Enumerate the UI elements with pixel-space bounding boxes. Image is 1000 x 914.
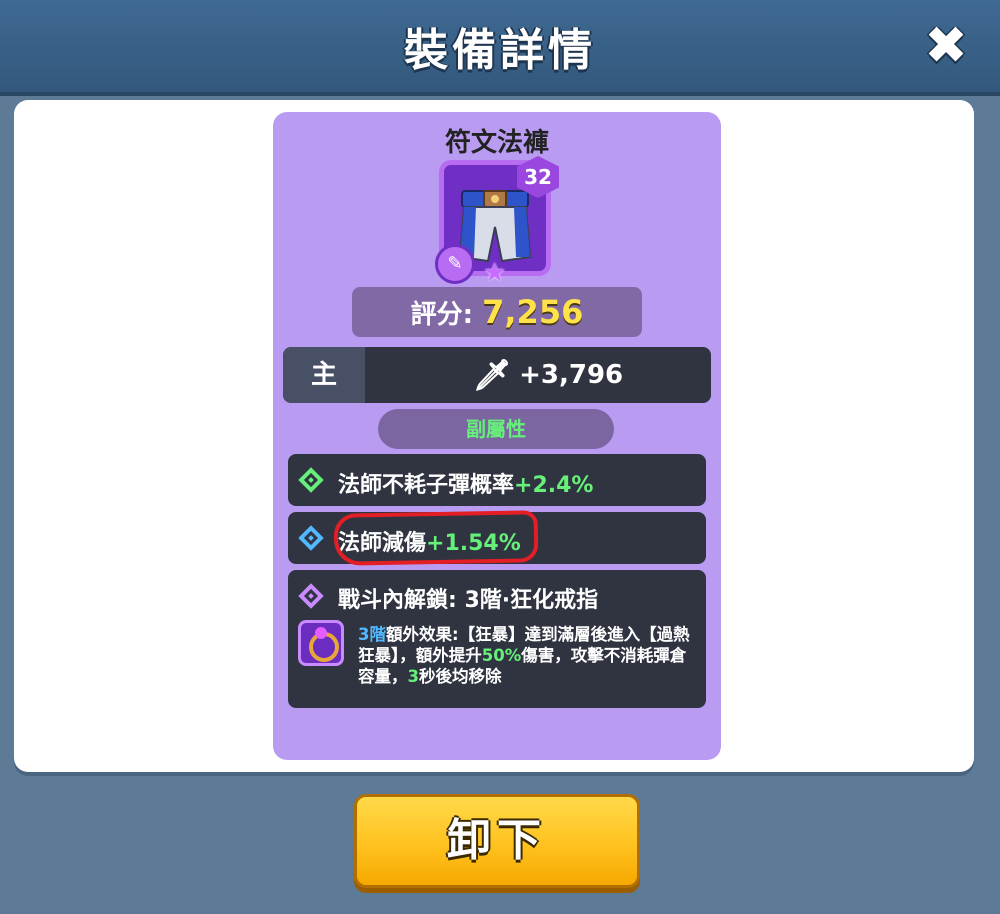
title-bar: 裝備詳情 ✖ xyxy=(0,0,1000,96)
feather-slot-icon: ✎ xyxy=(435,244,475,284)
ring-icon[interactable] xyxy=(298,620,344,666)
sub-attribute-row: 法師不耗子彈概率+2.4% xyxy=(288,454,706,506)
score-label: 評分: xyxy=(410,300,474,330)
sub-attribute-label: 法師不耗子彈概率 xyxy=(338,473,515,498)
sword-icon: 🗡 xyxy=(473,357,512,393)
close-icon[interactable]: ✖ xyxy=(922,20,970,72)
unequip-button[interactable]: 卸下 xyxy=(354,794,640,888)
unlock-row: 戰斗內解鎖: 3階·狂化戒指 3階額外效果:【狂暴】達到滿層後進入【過熱狂暴】，… xyxy=(288,570,706,708)
item-name: 符文法褲 xyxy=(444,128,549,158)
score-value: 7,256 xyxy=(482,293,584,331)
main-stat-value: 🗡 +3,796 xyxy=(473,347,623,403)
score-bar: 評分: 7,256 xyxy=(352,287,642,337)
diamond-green-icon xyxy=(298,467,324,493)
page-title: 裝備詳情 xyxy=(404,25,596,76)
diamond-blue-icon xyxy=(298,525,324,551)
red-circle-annotation xyxy=(333,510,539,566)
equipment-card: 符文法褲 32 ✎ ★ 評分: 7,256 主 🗡 +3,796 副屬性 法師不耗… xyxy=(273,112,721,760)
main-stat-row: 主 🗡 +3,796 xyxy=(283,347,711,403)
effect-description: 3階額外效果:【狂暴】達到滿層後進入【過熱狂暴】，額外提升50%傷害，攻擊不消耗… xyxy=(358,625,690,686)
diamond-purple-icon xyxy=(298,583,324,609)
unlock-label: 戰斗內解鎖: 3階·狂化戒指 xyxy=(338,588,599,613)
main-stat-label: 主 xyxy=(283,347,365,403)
sub-attributes-header: 副屬性 xyxy=(378,409,614,449)
sub-attribute-value: +2.4% xyxy=(514,473,594,498)
main-stat-number: +3,796 xyxy=(519,360,624,390)
star-icon: ★ xyxy=(483,258,507,288)
